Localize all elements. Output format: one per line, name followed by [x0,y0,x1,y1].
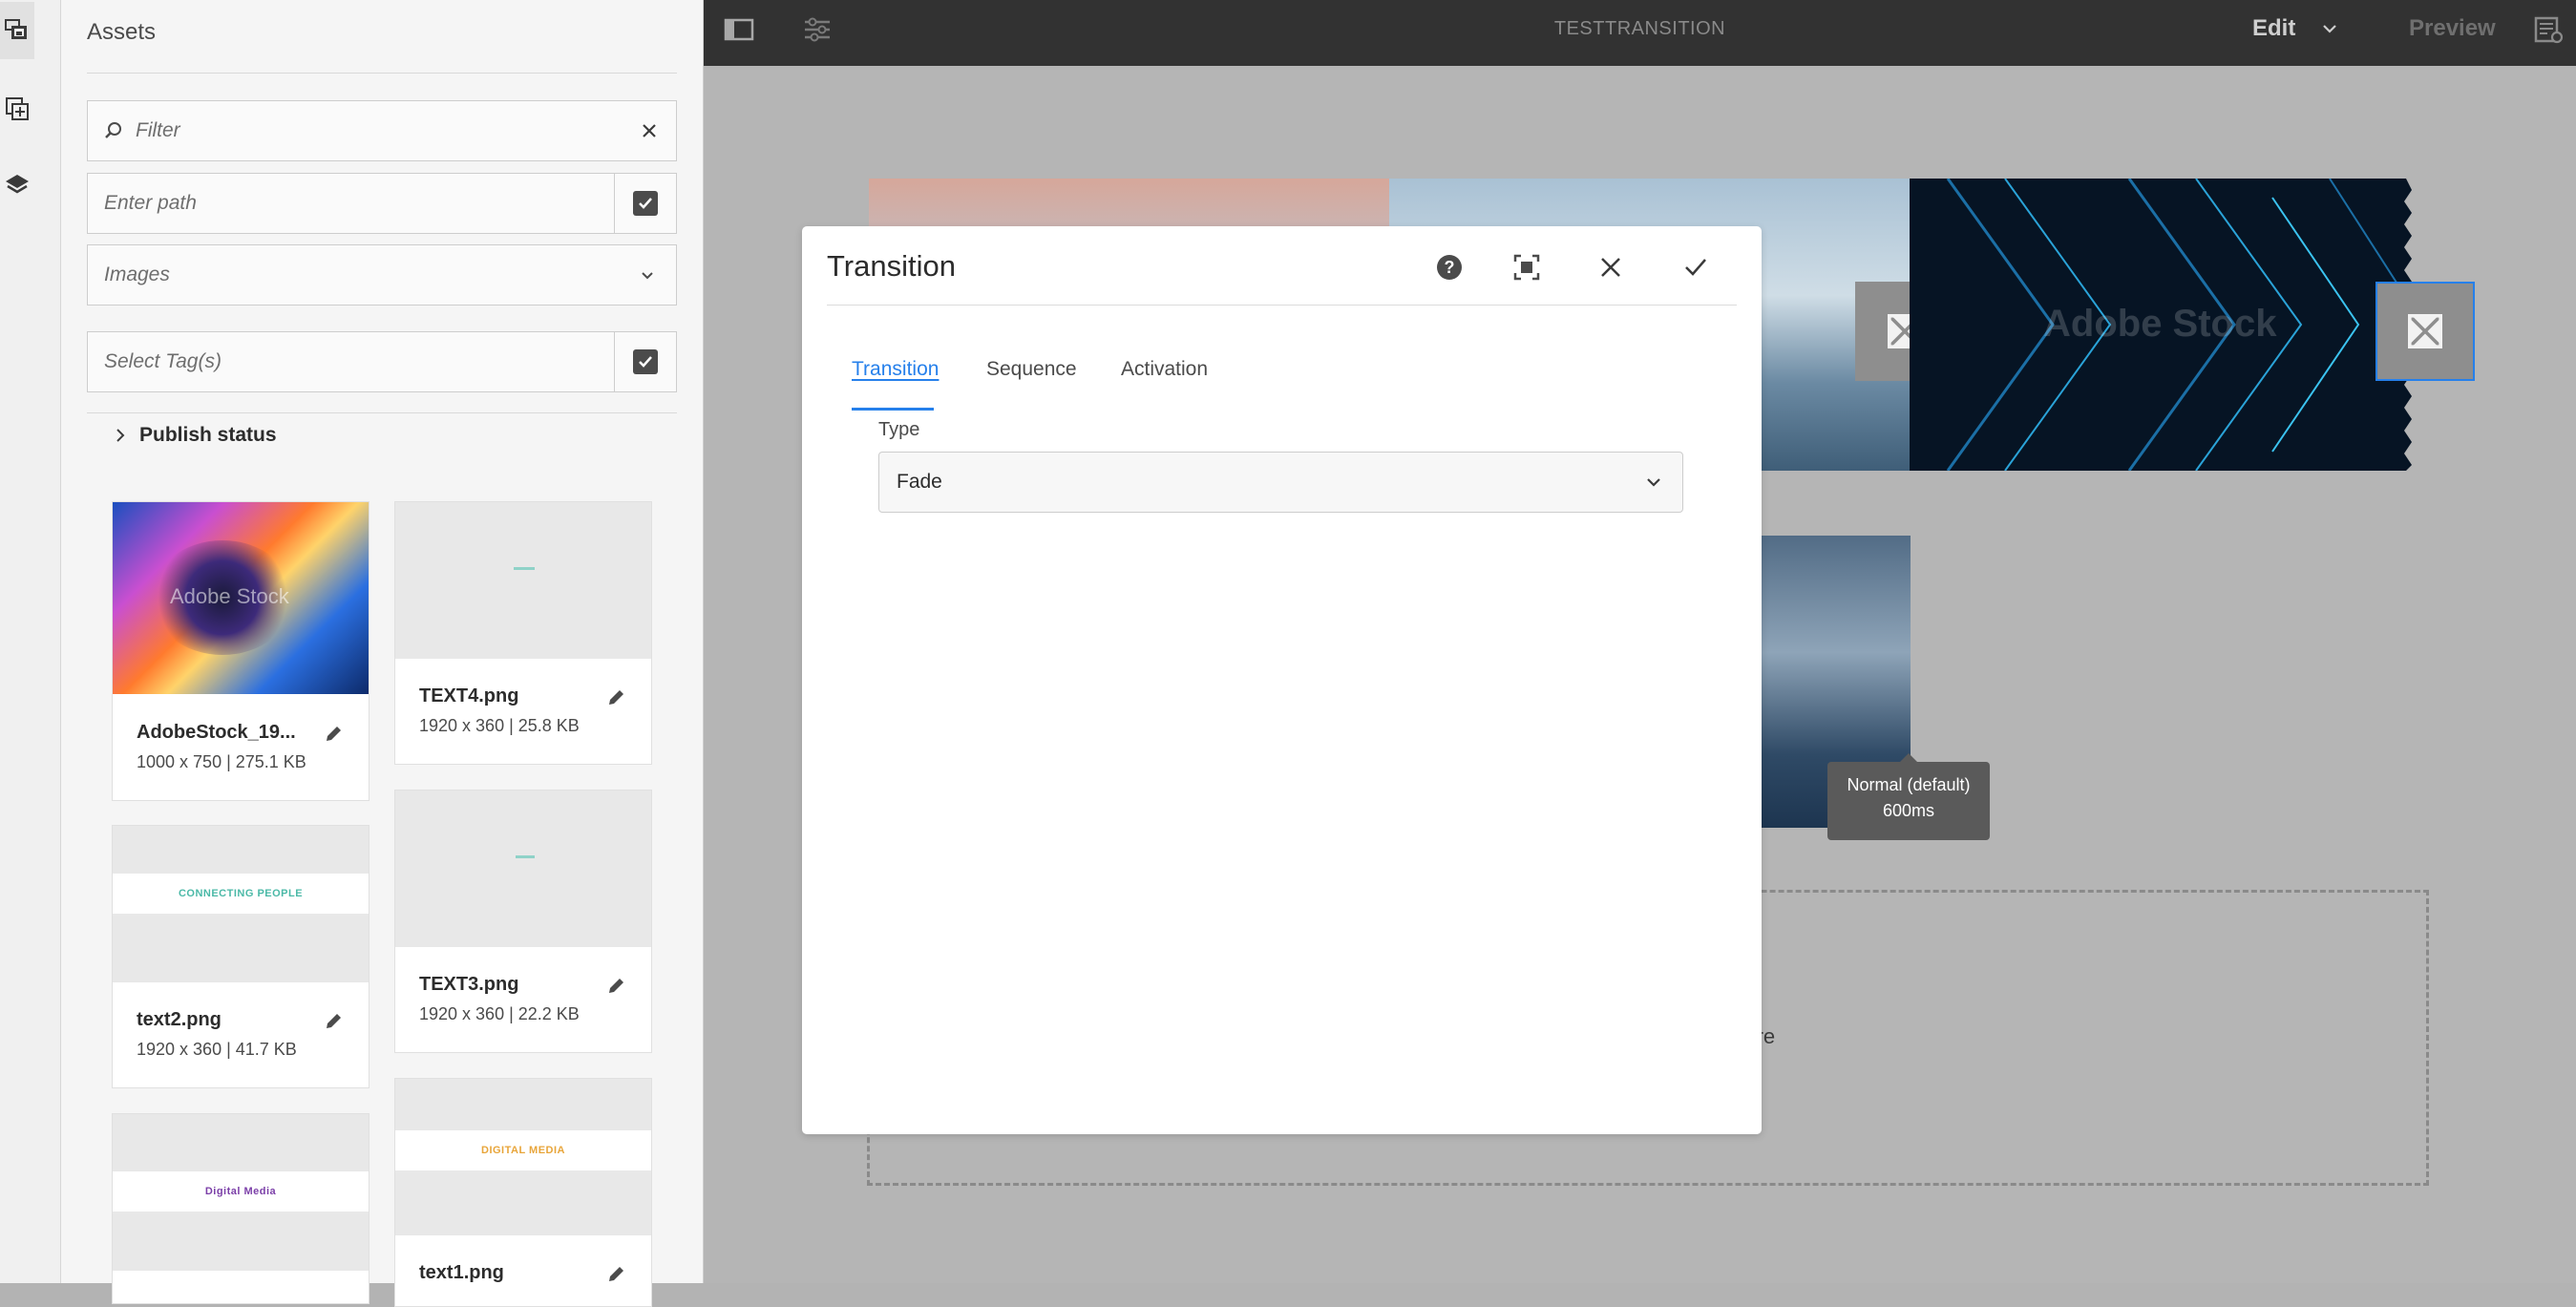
path-input[interactable]: Enter path [87,173,677,234]
edit-mode-button[interactable]: Edit [2252,0,2295,57]
page-settings-icon[interactable] [2532,13,2565,46]
watermark-text: Adobe Stock [2043,303,2277,345]
asset-meta: 1920 x 360 | 22.2 KB [419,1004,580,1023]
left-rail [0,0,61,1283]
fullscreen-icon [1513,254,1540,281]
filter-input[interactable]: Filter [87,100,677,161]
edit-icon[interactable] [323,724,344,745]
checkmark-icon [1685,259,1706,276]
editor-toolbar: TESTTRANSITION Edit Preview [704,0,2576,66]
tags-browse-button[interactable] [614,332,676,391]
search-icon [105,122,121,138]
assets-icon [5,19,27,39]
asset-card[interactable]: TEXT3.png 1920 x 360 | 22.2 KB [394,790,652,1053]
asset-type-select[interactable]: Images [87,244,677,306]
transition-placeholder-selected[interactable] [2375,282,2475,381]
active-tab-indicator [852,408,934,411]
assets-rail-button[interactable] [0,2,34,59]
svg-text:?: ? [1445,258,1455,277]
edit-icon[interactable] [605,976,626,997]
thumbnail-text: Digital Media [113,1171,369,1212]
tooltip-line-2: 600ms [1882,801,1935,820]
asset-name: text2.png [137,1009,222,1030]
chevron-down-icon[interactable] [2320,19,2339,38]
asset-name: TEXT4.png [419,685,519,706]
done-button[interactable] [1678,249,1714,285]
asset-thumbnail [395,791,651,947]
transition-dialog: Transition ? Transition Sequence Activat… [802,226,1762,1134]
asset-thumbnail: Digital Media [113,1114,369,1271]
assets-panel: Assets Filter Enter path Images Select T… [61,0,704,1307]
checkbox-icon [633,191,658,216]
preview-button[interactable]: Preview [2409,0,2496,57]
path-browse-button[interactable] [614,174,676,233]
components-icon [6,97,29,120]
layers-icon [6,175,29,194]
asset-meta: 1000 x 750 | 275.1 KB [137,752,306,771]
asset-type-value: Images [104,264,170,285]
asset-thumbnail [395,502,651,659]
asset-thumbnail: DIGITAL MEDIA [395,1079,651,1235]
transition-type-select[interactable]: Fade [878,452,1683,513]
chevron-down-icon [642,272,653,280]
tooltip-line-1: Normal (default) [1847,775,1971,794]
tags-placeholder: Select Tag(s) [104,350,222,372]
help-button[interactable]: ? [1431,249,1467,285]
layers-rail-button[interactable] [0,157,34,214]
dialog-divider [827,305,1737,306]
transition-tooltip: Normal (default) 600ms [1827,753,1990,840]
close-icon [1601,258,1620,277]
type-label: Type [878,419,920,440]
divider [87,73,677,74]
edit-icon[interactable] [323,1011,344,1032]
thumbnail-text: CONNECTING PEOPLE [113,874,369,914]
dialog-title: Transition [827,249,956,283]
thumbnail-text: DIGITAL MEDIA [395,1130,651,1170]
components-rail-button[interactable] [0,80,34,137]
asset-card[interactable]: DIGITAL MEDIA text1.png [394,1078,652,1307]
publish-status-label: Publish status [139,424,277,446]
asset-card[interactable]: CONNECTING PEOPLE text2.png 1920 x 360 |… [112,825,370,1088]
checkbox-icon [633,349,658,374]
image-placeholder-icon [2408,314,2442,348]
tab-activation[interactable]: Activation [1121,358,1208,381]
asset-name: text1.png [419,1262,504,1283]
publish-status-toggle[interactable]: Publish status [115,424,277,447]
tags-input[interactable]: Select Tag(s) [87,331,677,392]
divider [87,412,677,413]
clear-icon[interactable] [642,123,657,138]
chevron-right-icon [116,429,125,442]
help-icon: ? [1437,255,1462,280]
sequence-slide[interactable]: Adobe Stock [1910,179,2425,471]
asset-thumbnail: CONNECTING PEOPLE [113,826,369,982]
close-button[interactable] [1593,249,1629,285]
transition-type-value: Fade [897,471,942,493]
asset-card[interactable]: Digital Media [112,1113,370,1304]
edit-icon[interactable] [605,1264,626,1285]
asset-thumbnail: Adobe Stock [113,502,369,694]
asset-name: AdobeStock_19... [137,722,296,743]
panel-title: Assets [87,19,157,45]
tab-sequence[interactable]: Sequence [986,358,1077,381]
fullscreen-button[interactable] [1509,249,1545,285]
path-placeholder: Enter path [104,192,197,214]
asset-meta: 1920 x 360 | 41.7 KB [137,1040,297,1059]
filter-placeholder: Filter [136,119,180,141]
chevron-down-icon [1647,478,1660,487]
asset-meta: 1920 x 360 | 25.8 KB [419,716,580,735]
edit-icon[interactable] [605,687,626,708]
asset-card[interactable]: TEXT4.png 1920 x 360 | 25.8 KB [394,501,652,765]
asset-name: TEXT3.png [419,974,519,995]
tab-transition[interactable]: Transition [852,358,939,381]
asset-card[interactable]: Adobe Stock AdobeStock_19... 1000 x 750 … [112,501,370,801]
watermark-text: Adobe Stock [170,584,289,608]
